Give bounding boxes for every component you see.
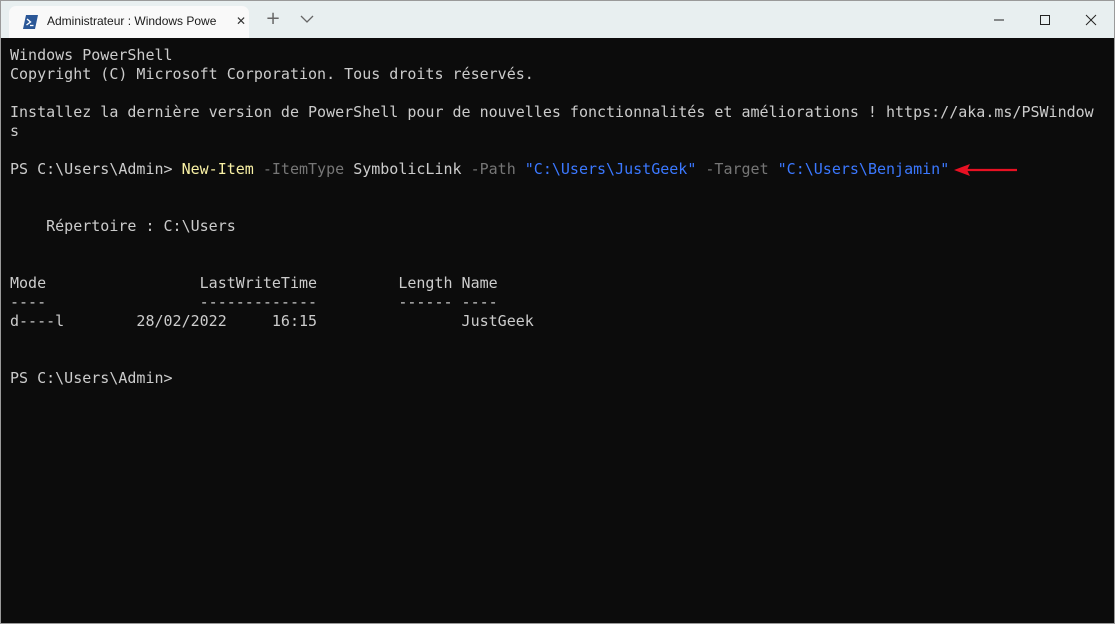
final-prompt: PS C:\Users\Admin> <box>10 369 173 387</box>
install-message-line-1: Installez la dernière version de PowerSh… <box>10 103 1094 121</box>
maximize-icon <box>1040 15 1050 25</box>
param-itemtype: -ItemType <box>262 160 345 178</box>
tab-close-icon[interactable]: ✕ <box>233 13 249 29</box>
tab-title: Administrateur : Windows Powe <box>47 14 217 28</box>
cmdlet: New-Item <box>181 160 254 178</box>
value-target: "C:\Users\Benjamin" <box>777 160 950 178</box>
header-line-2: Copyright (C) Microsoft Corporation. Tou… <box>10 65 534 83</box>
param-target: -Target <box>705 160 769 178</box>
value-path: "C:\Users\JustGeek" <box>524 160 697 178</box>
table-row: d----l 28/02/2022 16:15 JustGeek <box>10 312 534 330</box>
minimize-icon <box>994 19 1004 21</box>
chevron-down-icon[interactable] <box>298 11 316 27</box>
title-bar: Administrateur : Windows Powe ✕ + <box>1 1 1114 38</box>
table-separator: ---- ------------- ------ ---- <box>10 293 498 311</box>
close-icon <box>1085 14 1097 26</box>
terminal-window: Administrateur : Windows Powe ✕ + Window… <box>0 0 1115 624</box>
maximize-button[interactable] <box>1022 1 1068 38</box>
red-arrow-icon <box>954 164 1017 176</box>
table-header: Mode LastWriteTime Length Name <box>10 274 498 292</box>
plus-icon[interactable]: + <box>263 9 283 29</box>
value-itemtype: SymbolicLink <box>353 160 462 178</box>
prompt: PS C:\Users\Admin> <box>10 160 182 178</box>
powershell-icon <box>23 15 38 29</box>
directory-line: Répertoire : C:\Users <box>10 217 236 235</box>
param-path: -Path <box>470 160 516 178</box>
command-line: PS C:\Users\Admin> New-Item -ItemType Sy… <box>10 160 949 179</box>
install-message-line-2: s <box>10 122 20 140</box>
tab-powershell[interactable]: Administrateur : Windows Powe ✕ <box>9 6 249 38</box>
terminal-output[interactable]: Windows PowerShell Copyright (C) Microso… <box>1 38 1114 623</box>
minimize-button[interactable] <box>976 1 1022 38</box>
header-line-1: Windows PowerShell <box>10 46 173 64</box>
close-button[interactable] <box>1068 1 1114 38</box>
